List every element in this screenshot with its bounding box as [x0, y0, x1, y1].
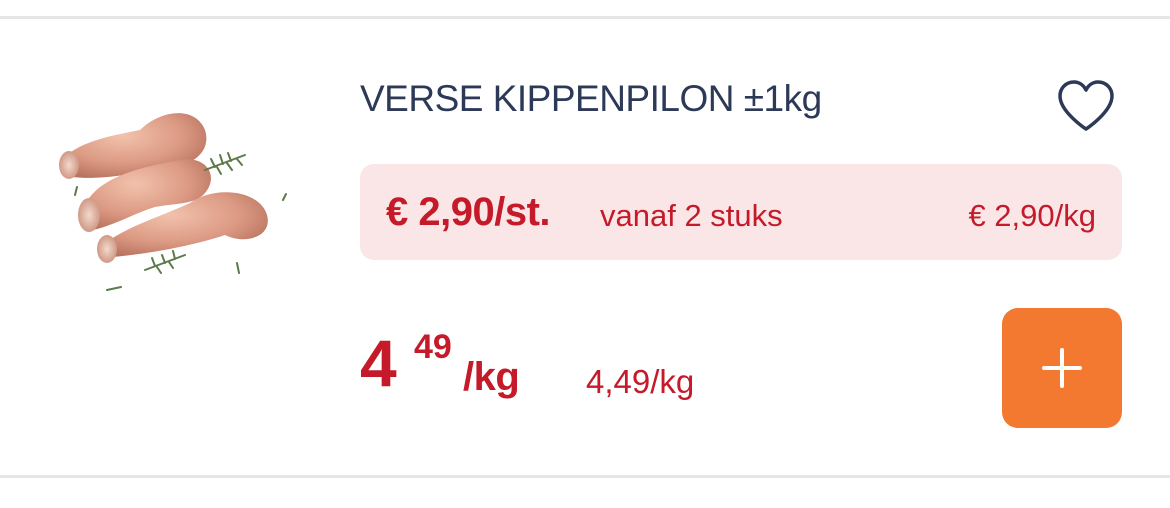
- promo-condition: vanaf 2 stuks: [600, 198, 783, 233]
- heart-icon: [1058, 80, 1114, 131]
- product-title[interactable]: VERSE KIPPENPILON ±1kg: [360, 78, 822, 120]
- favorite-button[interactable]: [1052, 76, 1120, 136]
- unit-price: 4,49/kg: [586, 363, 695, 400]
- price-decimals: 49: [414, 328, 452, 366]
- promo-banner: € 2,90/st. vanaf 2 stuks € 2,90/kg: [360, 164, 1122, 260]
- chicken-drumsticks-image: [59, 113, 287, 291]
- promo-unit-price: € 2,90/kg: [968, 198, 1096, 233]
- add-to-cart-button[interactable]: [1002, 308, 1122, 428]
- bottom-divider: [0, 475, 1170, 478]
- price-integer: 4: [360, 326, 397, 400]
- price-unit: /kg: [463, 355, 520, 399]
- product-image[interactable]: [45, 85, 305, 305]
- top-divider: [0, 16, 1170, 19]
- promo-price: € 2,90/st.: [386, 190, 551, 234]
- plus-icon: [1042, 348, 1082, 388]
- product-card: VERSE KIPPENPILON ±1kg € 2,90/st. vanaf …: [0, 0, 1170, 508]
